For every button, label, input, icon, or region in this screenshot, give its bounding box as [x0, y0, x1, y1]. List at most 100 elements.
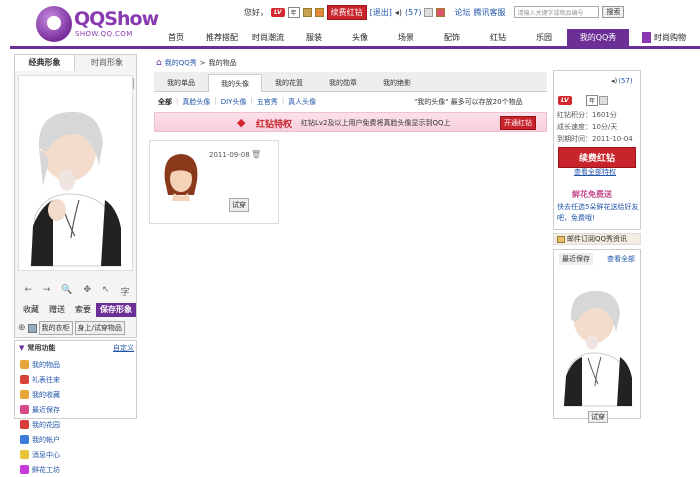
nav-scene[interactable]: 场景 [383, 29, 429, 46]
breadcrumb-current: 我的物品 [208, 59, 237, 67]
side-item-favorites[interactable]: 我的收藏 [20, 387, 80, 402]
tab-my-shadows[interactable]: 我的绝影 [370, 74, 424, 92]
avatar-filters: 全部 | 真脸头像 | DIY头像 | 五官秀 | 真人头像 [158, 97, 316, 107]
nav-recommend[interactable]: 推荐搭配 [199, 29, 245, 46]
ask-button[interactable]: 索要 [70, 303, 96, 317]
flower-description-link[interactable]: 快去任选5朵鲜花送给好友吧，免费哦! [557, 202, 641, 224]
nav-accessory[interactable]: 配饰 [429, 29, 475, 46]
collapse-icon[interactable]: ▼ [19, 344, 24, 352]
filter-diy[interactable]: DIY头像 [221, 97, 247, 107]
gift-button[interactable]: 赠送 [44, 303, 70, 317]
tab-my-baskets[interactable]: 我的花篮 [262, 74, 316, 92]
nav-avatar[interactable]: 头像 [337, 29, 383, 46]
view-privileges-link[interactable]: 查看全部特权 [574, 167, 616, 177]
subscribe-bar[interactable]: 邮件订阅QQ秀资讯 [553, 233, 641, 245]
redo-icon[interactable]: → [43, 285, 51, 298]
filter-separator: | [250, 97, 253, 105]
avatar-item-card: 2011-09-08 🗑 试穿 [149, 140, 279, 224]
tab-fashion[interactable]: 时尚形象 [77, 55, 137, 71]
heart-icon[interactable] [436, 7, 446, 17]
recent-saved-panel: 最近保存 查看全部 试穿 [553, 249, 641, 423]
item-date: 2011-09-08 [209, 151, 250, 159]
filter-real-person[interactable]: 真人头像 [288, 97, 316, 107]
common-functions-panel: ▼ 常用功能 自定义 我的物品 礼表往来 我的收藏 最近保存 我的花园 我的帐户… [14, 340, 137, 474]
zoom-icon[interactable]: 🔍 [61, 285, 72, 298]
forum-link[interactable]: 论坛 [454, 7, 470, 18]
breadcrumb-my-qqshow[interactable]: 我的QQ秀 [165, 58, 197, 68]
account-icon [20, 435, 29, 444]
vip-points: 红钻积分：1601分 [557, 111, 617, 119]
filter-separator: | [176, 97, 179, 105]
side-item-my-items[interactable]: 我的物品 [20, 357, 80, 372]
service-link[interactable]: 腾讯客服 [473, 7, 505, 18]
growth-speed: 成长速度：10分/天 [557, 123, 618, 131]
delete-icon[interactable]: 🗑 [251, 150, 261, 159]
logo-subtext: SHOW.QQ.COM [75, 30, 133, 38]
message-icon [20, 450, 29, 459]
mail-icon[interactable] [599, 96, 608, 105]
tryon-items-button[interactable]: 身上/试穿物品 [74, 321, 125, 335]
home-icon[interactable]: ⌂ [156, 58, 162, 68]
view-all-recent-link[interactable]: 查看全部 [607, 254, 635, 264]
filter-real-face[interactable]: 真脸头像 [182, 97, 210, 107]
avatar-toolbar: ← → 🔍 ✥ ↖ 字 [19, 285, 135, 298]
save-avatar-button[interactable]: 保存形象 [96, 303, 136, 317]
filter-separator: | [214, 97, 217, 105]
search-button[interactable]: 搜索 [602, 6, 625, 18]
message-count[interactable]: (57) [405, 8, 421, 17]
avatar-thumbnail[interactable] [160, 151, 202, 203]
tab-classic[interactable]: 经典形象 [15, 55, 75, 71]
tab-my-items[interactable]: 我的单品 [154, 74, 208, 92]
nav-trend[interactable]: 时尚潮流 [245, 29, 291, 46]
mail-icon[interactable] [424, 7, 434, 17]
move-icon[interactable]: ✥ [84, 285, 92, 298]
speaker-icon[interactable]: ◂) [611, 77, 617, 85]
open-vip-button[interactable]: 开通红钻 [500, 116, 536, 130]
text-icon[interactable]: 字 [120, 285, 129, 298]
nav-home[interactable]: 首页 [153, 29, 199, 46]
logout-link[interactable]: [退出] [370, 7, 392, 18]
tryon-button[interactable]: 试穿 [229, 198, 249, 212]
side-item-messages[interactable]: 消息中心 [20, 447, 80, 462]
pointer-icon[interactable]: ↖ [102, 285, 110, 298]
avatar-figure [18, 75, 133, 271]
gift-icon[interactable] [302, 7, 312, 17]
side-item-gifts[interactable]: 礼表往来 [20, 372, 80, 387]
nav-reddiamond[interactable]: 红钻 [475, 29, 521, 46]
lock-icon[interactable]: ⊕ [18, 323, 26, 333]
side-item-account[interactable]: 我的帐户 [20, 432, 80, 447]
logo-text[interactable]: QQShow [74, 8, 159, 30]
filter-features[interactable]: 五官秀 [257, 97, 278, 107]
filter-all[interactable]: 全部 [158, 97, 172, 107]
filter-separator: | [281, 97, 285, 105]
tab-my-medals[interactable]: 我的勋章 [316, 74, 370, 92]
workshop-icon [20, 465, 29, 474]
logo-icon[interactable] [36, 6, 72, 42]
my-wardrobe-button[interactable]: 我的衣柜 [38, 321, 73, 335]
nav-myqqshow[interactable]: 我的QQ秀 [567, 29, 629, 46]
right-message-count[interactable]: (57) [618, 77, 632, 85]
vip-year-badge: 年 [287, 6, 300, 18]
recent-avatar-thumbnail[interactable] [556, 266, 640, 408]
item-tabs: 我的单品 我的头像 我的花篮 我的勋章 我的绝影 [154, 72, 547, 92]
nav-park[interactable]: 乐园 [521, 29, 567, 46]
speaker-icon[interactable]: ◂) [395, 8, 402, 17]
recent-icon [20, 405, 29, 414]
vip-description: 红钻Lv2及以上用户免费将真脸头像显示到QQ上 [301, 119, 451, 127]
bag-icon [20, 360, 29, 369]
side-item-flower-shop[interactable]: 鲜花工坊 [20, 462, 80, 477]
undo-icon[interactable]: ← [24, 285, 32, 298]
tab-my-avatars[interactable]: 我的头像 [208, 74, 262, 92]
renew-vip-big-button[interactable]: 续费红钻 [558, 147, 636, 168]
side-item-recent[interactable]: 最近保存 [20, 402, 80, 417]
nav-shopping[interactable]: 时尚购物 [629, 29, 699, 46]
customize-link[interactable]: 自定义 [113, 343, 134, 353]
search-input[interactable]: 请输入关键字或物品编号 [514, 6, 600, 18]
recent-tryon-button[interactable]: 试穿 [588, 411, 608, 423]
side-item-garden[interactable]: 我的花园 [20, 417, 80, 432]
collect-button[interactable]: 收藏 [18, 303, 44, 317]
vip-info-panel: ◂) (57) LV 年 红钻积分：1601分 成长速度：10分/天 到期时间：2… [553, 70, 641, 230]
nav-clothing[interactable]: 服装 [291, 29, 337, 46]
pet-icon[interactable] [314, 7, 324, 17]
renew-vip-button[interactable]: 续费红钻 [326, 4, 367, 20]
